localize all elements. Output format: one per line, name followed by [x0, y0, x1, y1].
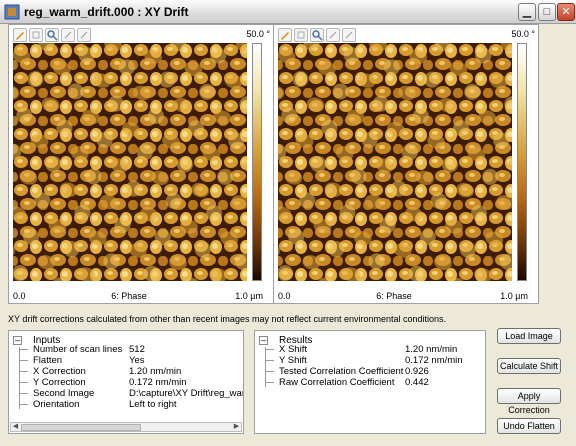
- channel-label: 6: Phase: [111, 291, 147, 301]
- x-axis-end-label: 1.0 µm: [500, 291, 528, 301]
- input-row-y-correction: Y Correction 0.172 nm/min: [33, 377, 243, 388]
- image-toolbar: [13, 28, 91, 44]
- right-afm-phase-image: [278, 43, 512, 281]
- tree-tick: [20, 404, 28, 405]
- load-image-button[interactable]: Load Image: [497, 328, 561, 344]
- tree-tick: [20, 349, 28, 350]
- scrollbar-thumb[interactable]: [21, 424, 141, 431]
- input-value[interactable]: 512: [129, 344, 145, 355]
- zoom-out-icon[interactable]: [77, 28, 91, 42]
- input-row-second-image: Second Image D:\capture\XY Drift\reg_war…: [33, 388, 243, 399]
- tree-tick: [20, 371, 28, 372]
- input-value[interactable]: 0.172 nm/min: [129, 377, 187, 388]
- tree-tick: [266, 382, 274, 383]
- pencil-icon[interactable]: [13, 28, 27, 42]
- crop-icon[interactable]: [294, 28, 308, 42]
- result-value: 1.20 nm/min: [405, 344, 458, 355]
- app-icon: [4, 4, 20, 20]
- input-row-x-correction: X Correction 1.20 nm/min: [33, 366, 243, 377]
- zoom-icon[interactable]: [45, 28, 59, 42]
- inputs-panel: – Inputs Number of scan lines 512 Flatte…: [8, 330, 244, 434]
- x-axis-end-label: 1.0 µm: [235, 291, 263, 301]
- input-row-flatten: Flatten Yes: [33, 355, 243, 366]
- input-name: Number of scan lines: [33, 344, 123, 355]
- tree-tick: [20, 393, 28, 394]
- crop-icon[interactable]: [29, 28, 43, 42]
- inputs-horizontal-scrollbar[interactable]: ◀ ▶: [10, 422, 242, 432]
- scroll-right-icon[interactable]: ▶: [232, 423, 241, 431]
- minimize-icon: ▁: [522, 6, 532, 18]
- tree-tick: [266, 349, 274, 350]
- color-scale-bar: [517, 43, 527, 281]
- pencil-icon[interactable]: [278, 28, 292, 42]
- input-value[interactable]: Left to right: [129, 399, 177, 410]
- image-toolbar: [278, 28, 356, 44]
- close-button[interactable]: ✕: [557, 3, 575, 21]
- maximize-icon: □: [543, 6, 551, 18]
- result-value: 0.442: [405, 377, 429, 388]
- minimize-button[interactable]: ▁: [518, 3, 536, 21]
- result-row-x-shift: X Shift 1.20 nm/min: [279, 344, 484, 355]
- drift-notice-text: XY drift corrections calculated from oth…: [8, 314, 447, 324]
- undo-flatten-button[interactable]: Undo Flatten: [497, 418, 561, 434]
- left-afm-phase-image: [13, 43, 247, 281]
- zoom-in-icon[interactable]: [61, 28, 75, 42]
- zoom-out-icon[interactable]: [342, 28, 356, 42]
- results-panel: – Results X Shift 1.20 nm/min Y Shift 0.…: [254, 330, 486, 434]
- right-image-panel: 50.0 ° 0.0 6: Phase 1.0 µm: [273, 24, 539, 304]
- zoom-in-icon[interactable]: [326, 28, 340, 42]
- close-icon: ✕: [561, 6, 571, 18]
- result-name: X Shift: [279, 344, 307, 355]
- maximize-button[interactable]: □: [538, 3, 556, 21]
- calculate-shift-button[interactable]: Calculate Shift: [497, 358, 561, 374]
- tree-line: [265, 347, 266, 387]
- tree-tick: [266, 360, 274, 361]
- apply-correction-button[interactable]: Apply Correction: [497, 388, 561, 415]
- input-value[interactable]: Yes: [129, 355, 145, 366]
- result-value: 0.172 nm/min: [405, 355, 463, 366]
- channel-label: 6: Phase: [376, 291, 412, 301]
- collapse-inputs-icon[interactable]: –: [13, 336, 22, 345]
- result-name: Tested Correlation Coefficient: [279, 366, 404, 377]
- input-value[interactable]: D:\capture\XY Drift\reg_warm: [129, 388, 243, 399]
- result-row-y-shift: Y Shift 0.172 nm/min: [279, 355, 484, 366]
- result-name: Raw Correlation Coefficient: [279, 377, 395, 388]
- window-title: reg_warm_drift.000 : XY Drift: [24, 5, 189, 19]
- input-row-scan-lines: Number of scan lines 512: [33, 344, 243, 355]
- title-bar: reg_warm_drift.000 : XY Drift ▁ □ ✕: [0, 0, 576, 24]
- result-row-tested-correlation: Tested Correlation Coefficient 0.926: [279, 366, 484, 377]
- input-name: Orientation: [33, 399, 80, 410]
- input-name: Flatten: [33, 355, 63, 366]
- collapse-results-icon[interactable]: –: [259, 336, 268, 345]
- scale-max-label: 50.0 °: [246, 29, 270, 39]
- scroll-left-icon[interactable]: ◀: [11, 423, 20, 431]
- result-name: Y Shift: [279, 355, 307, 366]
- input-row-orientation: Orientation Left to right: [33, 399, 243, 410]
- input-name: Y Correction: [33, 377, 86, 388]
- input-name: X Correction: [33, 366, 86, 377]
- tree-tick: [20, 360, 28, 361]
- result-value: 0.926: [405, 366, 429, 377]
- tree-tick: [266, 371, 274, 372]
- result-row-raw-correlation: Raw Correlation Coefficient 0.442: [279, 377, 484, 388]
- input-name: Second Image: [33, 388, 95, 399]
- tree-tick: [20, 382, 28, 383]
- input-value[interactable]: 1.20 nm/min: [129, 366, 181, 377]
- scale-max-label: 50.0 °: [511, 29, 535, 39]
- zoom-icon[interactable]: [310, 28, 324, 42]
- left-image-panel: 50.0 ° 0.0 6: Phase 1.0 µm: [8, 24, 274, 304]
- color-scale-bar: [252, 43, 262, 281]
- tree-line: [19, 347, 20, 409]
